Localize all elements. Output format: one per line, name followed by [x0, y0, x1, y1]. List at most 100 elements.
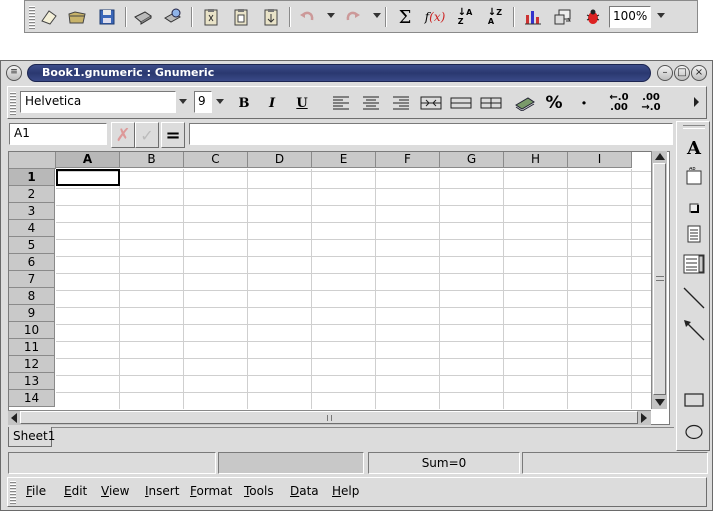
spreadsheet-grid[interactable]: ABCDEFGHI 1 2 3 4 5 6 7 8 9 10 11 12 13 14: [8, 151, 670, 425]
expression-input[interactable]: [189, 123, 673, 145]
bold-button[interactable]: B: [231, 91, 257, 115]
accept-edit-icon[interactable]: ✓: [135, 122, 159, 148]
row-header[interactable]: 4: [9, 220, 55, 237]
align-right-icon[interactable]: [388, 91, 414, 115]
bug-icon[interactable]: [581, 5, 605, 29]
window-menu-icon[interactable]: ≡: [6, 65, 22, 81]
menu-edit[interactable]: Edit: [64, 484, 87, 498]
menu-insert[interactable]: Insert: [145, 484, 179, 498]
column-header[interactable]: F: [376, 152, 440, 168]
vertical-scrollbar[interactable]: [651, 151, 667, 409]
menu-help[interactable]: Help: [332, 484, 359, 498]
scroll-right-icon[interactable]: [641, 413, 647, 423]
vertical-scroll-thumb[interactable]: [653, 163, 666, 395]
paste-icon[interactable]: [259, 5, 283, 29]
cell-reference-field[interactable]: A1: [9, 123, 107, 145]
cancel-edit-icon[interactable]: ✗: [111, 122, 135, 148]
underline-button[interactable]: U: [289, 91, 315, 115]
scroll-left-icon[interactable]: [11, 413, 17, 423]
font-dropdown-icon[interactable]: [179, 99, 187, 104]
undo-icon[interactable]: [295, 5, 319, 29]
percent-button[interactable]: %: [541, 91, 567, 115]
italic-button[interactable]: I: [259, 91, 285, 115]
zoom-field[interactable]: 100%: [609, 6, 651, 28]
scroll-up-icon[interactable]: [655, 153, 665, 160]
column-header[interactable]: D: [248, 152, 312, 168]
row-header[interactable]: 9: [9, 305, 55, 322]
row-header[interactable]: 7: [9, 271, 55, 288]
open-icon[interactable]: [65, 5, 89, 29]
list-tool-icon[interactable]: [680, 220, 708, 248]
print-icon[interactable]: [131, 5, 155, 29]
rectangle-tool-icon[interactable]: [680, 386, 708, 414]
menu-view[interactable]: View: [101, 484, 129, 498]
merge-cells-icon[interactable]: [448, 91, 474, 115]
row-header[interactable]: 3: [9, 203, 55, 220]
horizontal-scrollbar[interactable]: [8, 410, 651, 425]
menu-format[interactable]: Format: [190, 484, 232, 498]
line-tool-icon[interactable]: [680, 284, 708, 312]
menu-data[interactable]: Data: [290, 484, 319, 498]
maximize-icon[interactable]: □: [674, 65, 690, 81]
chart-icon[interactable]: [521, 5, 545, 29]
close-icon[interactable]: ×: [691, 65, 707, 81]
redo-dropdown-icon[interactable]: [373, 13, 381, 18]
arrow-tool-icon[interactable]: [680, 316, 708, 344]
increase-decimals-button[interactable]: ←.0 .00: [604, 91, 634, 115]
frame-tool-icon[interactable]: Ab: [680, 162, 708, 190]
row-header[interactable]: 14: [9, 390, 55, 407]
row-header[interactable]: 13: [9, 373, 55, 390]
align-center-icon[interactable]: [358, 91, 384, 115]
center-across-icon[interactable]: [418, 91, 444, 115]
row-header[interactable]: 1: [9, 169, 55, 186]
function-icon[interactable]: f(x): [423, 5, 447, 29]
row-header[interactable]: 2: [9, 186, 55, 203]
column-header[interactable]: E: [312, 152, 376, 168]
copy-icon[interactable]: [229, 5, 253, 29]
scroll-down-icon[interactable]: [655, 399, 665, 406]
zoom-dropdown-icon[interactable]: [657, 13, 665, 18]
column-header[interactable]: A: [56, 152, 120, 168]
menubar-grip[interactable]: [10, 480, 16, 504]
print-preview-icon[interactable]: [161, 5, 185, 29]
toolbar-grip[interactable]: [10, 91, 16, 115]
row-header[interactable]: 5: [9, 237, 55, 254]
row-header[interactable]: 8: [9, 288, 55, 305]
toolbar-overflow-icon[interactable]: [694, 97, 699, 107]
decrease-decimals-button[interactable]: .00 →.0: [636, 91, 666, 115]
cut-icon[interactable]: [199, 5, 223, 29]
column-header[interactable]: C: [184, 152, 248, 168]
align-left-icon[interactable]: [328, 91, 354, 115]
sum-icon[interactable]: Σ: [393, 5, 417, 29]
menu-file[interactable]: File: [26, 484, 46, 498]
redo-icon[interactable]: [341, 5, 365, 29]
combo-tool-icon[interactable]: [680, 250, 708, 278]
autocalc-status[interactable]: Sum=0: [368, 452, 520, 474]
column-header[interactable]: G: [440, 152, 504, 168]
ellipse-tool-icon[interactable]: [680, 418, 708, 446]
column-header[interactable]: H: [504, 152, 568, 168]
text-label-tool[interactable]: A: [680, 134, 708, 162]
horizontal-scroll-thumb[interactable]: [20, 411, 638, 424]
sort-ascending-icon[interactable]: ↓A Z: [453, 5, 477, 29]
row-header[interactable]: 6: [9, 254, 55, 271]
unmerge-cells-icon[interactable]: [478, 91, 504, 115]
row-header[interactable]: 11: [9, 339, 55, 356]
column-header[interactable]: I: [568, 152, 632, 168]
undo-dropdown-icon[interactable]: [327, 13, 335, 18]
insert-object-icon[interactable]: [551, 5, 575, 29]
row-header[interactable]: 12: [9, 356, 55, 373]
minimize-icon[interactable]: –: [657, 65, 673, 81]
sort-descending-icon[interactable]: ↓Z A: [483, 5, 507, 29]
new-icon[interactable]: [37, 5, 61, 29]
row-header[interactable]: 10: [9, 322, 55, 339]
font-size-field[interactable]: 9: [194, 91, 212, 113]
sheet-tab[interactable]: Sheet1: [8, 427, 55, 447]
font-name-field[interactable]: Helvetica: [20, 91, 176, 113]
size-dropdown-icon[interactable]: [216, 99, 224, 104]
enter-formula-button[interactable]: =: [161, 122, 185, 148]
select-all-corner[interactable]: [9, 152, 56, 169]
toolbar-grip[interactable]: [29, 5, 35, 29]
save-icon[interactable]: [95, 5, 119, 29]
thousands-separator-button[interactable]: ·: [571, 91, 597, 115]
